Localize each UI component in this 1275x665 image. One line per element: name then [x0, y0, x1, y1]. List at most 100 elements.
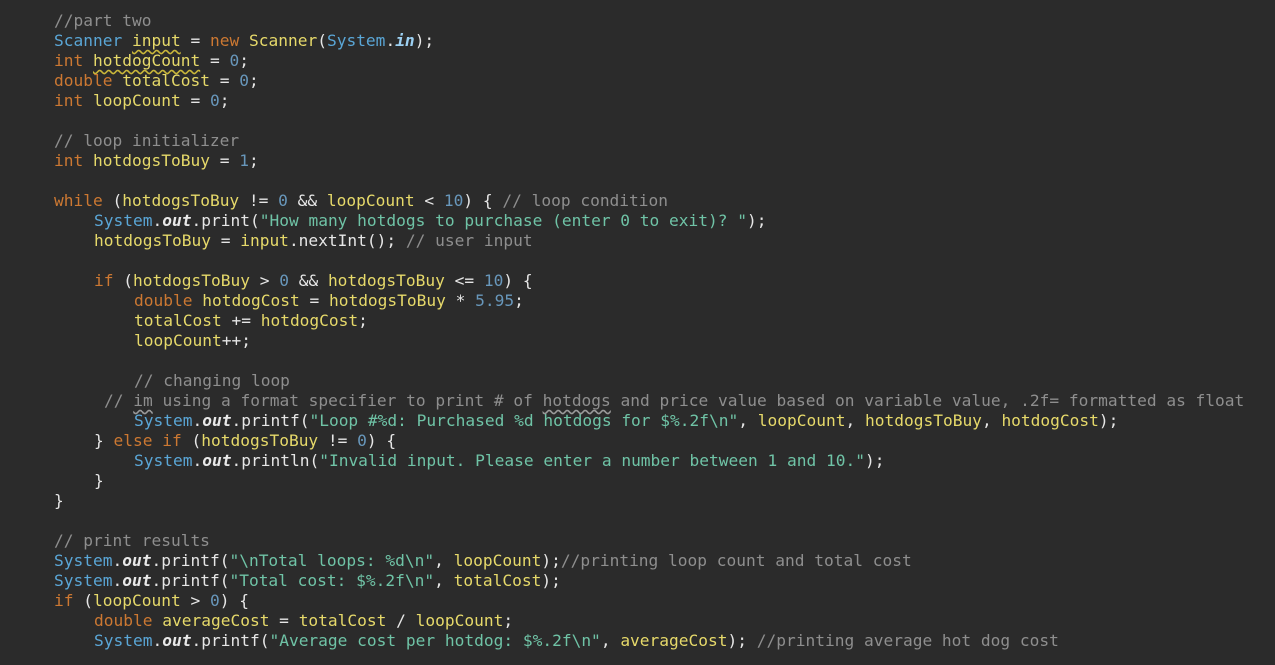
code-token-ident: input [131, 31, 181, 50]
code-line[interactable]: if (loopCount > 0) { [54, 591, 249, 611]
code-line[interactable]: // loop initializer [54, 131, 239, 151]
code-token-plain: .print( [191, 211, 260, 230]
code-token-str: "Loop #%d: Purchased %d hotdogs for $%.2… [309, 411, 739, 430]
code-token-num: 0 [279, 271, 289, 290]
code-token-ident: totalCost [453, 571, 542, 590]
code-token-keyword: double [54, 71, 113, 90]
code-token-plain: = [180, 91, 210, 110]
code-line[interactable]: System.out.printf("Loop #%d: Purchased %… [134, 411, 1118, 431]
code-line[interactable]: double hotdogCost = hotdogsToBuy * 5.95; [134, 291, 524, 311]
code-line[interactable]: // print results [54, 531, 210, 551]
code-token-plain: ; [239, 51, 249, 70]
code-token-plain: . [112, 551, 123, 570]
code-token-ident: hotdogCount [93, 51, 201, 70]
code-token-comment: // changing loop [134, 371, 290, 390]
code-token-plain: .printf( [191, 631, 270, 650]
code-line[interactable]: Scanner input = new Scanner(System.in); [54, 31, 434, 51]
code-token-field: out [162, 631, 192, 650]
code-line[interactable]: while (hotdogsToBuy != 0 && loopCount < … [54, 191, 668, 211]
code-token-plain: > [249, 271, 280, 290]
code-token-field: out [202, 451, 232, 470]
code-token-plain: , [434, 551, 454, 570]
code-token-keyword: double [94, 611, 153, 630]
code-editor[interactable]: //part two Scanner input = new Scanner(Sy… [0, 0, 1275, 665]
code-line[interactable]: double averageCost = totalCost / loopCou… [94, 611, 513, 631]
code-token-keyword: int [54, 51, 84, 70]
code-token-plain: ); [727, 631, 757, 650]
code-token-plain: ; [248, 151, 259, 170]
code-token-comment: im [133, 391, 153, 410]
code-line[interactable]: } [94, 471, 104, 491]
code-line[interactable]: } [54, 491, 64, 511]
code-token-comment: hotdogs [542, 391, 611, 410]
code-token-comment: //printing average hot dog cost [756, 631, 1059, 650]
code-token-plain: = [210, 231, 241, 250]
code-line[interactable]: int hotdogCount = 0; [54, 51, 249, 71]
code-token-plain: > [180, 591, 210, 610]
code-line[interactable]: // im using a format specifier to print … [104, 391, 1244, 411]
code-token-plain: ) { [503, 271, 533, 290]
code-token-plain: ( [102, 191, 123, 210]
code-line[interactable]: } else if (hotdogsToBuy != 0) { [94, 431, 396, 451]
code-line[interactable]: int loopCount = 0; [54, 91, 229, 111]
code-token-field: out [162, 211, 192, 230]
code-token-ident: hotdogCost [260, 311, 359, 330]
code-token-ident: loopCount [93, 591, 181, 610]
code-token-num: 10 [483, 271, 504, 290]
code-token-plain: ); [864, 451, 885, 470]
code-token-field: out [202, 411, 232, 430]
code-line[interactable]: // changing loop [134, 371, 290, 391]
code-line[interactable]: System.out.printf("\nTotal loops: %d\n",… [54, 551, 912, 571]
code-token-cls: System [134, 411, 193, 430]
code-token-plain: ; [514, 291, 524, 310]
code-token-ident: totalCost [298, 611, 387, 630]
code-line[interactable]: double totalCost = 0; [54, 71, 259, 91]
code-line[interactable]: hotdogsToBuy = input.nextInt(); // user … [94, 231, 533, 251]
code-token-plain: ; [219, 91, 230, 110]
code-line[interactable]: System.out.print("How many hotdogs to pu… [94, 211, 767, 231]
code-token-plain: ) { [366, 431, 397, 450]
code-token-plain: , [981, 411, 1002, 430]
code-token-plain: ( [113, 271, 133, 290]
code-token-keyword: else if [113, 431, 182, 450]
code-token-plain: .nextInt(); [288, 231, 406, 250]
code-token-plain: ( [317, 31, 327, 50]
code-token-ident: loopCount [757, 411, 846, 430]
code-token-ident: averageCost [162, 611, 270, 630]
code-token-ident: hotdogsToBuy [864, 411, 982, 430]
code-token-keyword: new [209, 31, 240, 50]
code-token-num: 0 [229, 51, 240, 70]
code-token-keyword: if [94, 271, 114, 290]
code-line[interactable]: //part two [54, 11, 151, 31]
code-token-num: 0 [357, 431, 367, 450]
code-token-ident: hotdogsToBuy [93, 151, 210, 170]
code-line[interactable]: System.out.println("Invalid input. Pleas… [134, 451, 884, 471]
code-token-str: "Invalid input. Please enter a number be… [319, 451, 865, 470]
code-token-plain: != [318, 431, 358, 450]
code-token-plain: .printf( [151, 571, 230, 590]
code-token-ident: hotdogsToBuy [327, 271, 445, 290]
code-token-ident: hotdogsToBuy [328, 291, 446, 310]
code-token-keyword: while [54, 191, 103, 210]
code-token-keyword: double [134, 291, 193, 310]
code-line[interactable]: System.out.printf("Average cost per hotd… [94, 631, 1059, 651]
code-line[interactable]: if (hotdogsToBuy > 0 && hotdogsToBuy <= … [94, 271, 533, 291]
code-token-cls: System [54, 551, 113, 570]
code-line[interactable]: System.out.printf("Total cost: $%.2f\n",… [54, 571, 561, 591]
code-token-plain: , [738, 411, 758, 430]
code-token-comment: //printing loop count and total cost [560, 551, 912, 570]
code-token-keyword: if [54, 591, 74, 610]
code-line[interactable]: totalCost += hotdogCost; [134, 311, 368, 331]
code-line[interactable]: loopCount++; [134, 331, 251, 351]
code-token-ident: hotdogsToBuy [94, 231, 211, 250]
code-token-str: "\nTotal loops: %d\n" [229, 551, 435, 570]
code-token-ident: hotdogCost [202, 291, 300, 310]
code-token-keyword: int [54, 91, 84, 110]
code-token-num: 1 [239, 151, 249, 170]
code-line[interactable]: int hotdogsToBuy = 1; [54, 151, 259, 171]
code-token-ident: input [240, 231, 289, 250]
code-token-plain: <= [444, 271, 484, 290]
code-token-plain: ); [541, 571, 561, 590]
